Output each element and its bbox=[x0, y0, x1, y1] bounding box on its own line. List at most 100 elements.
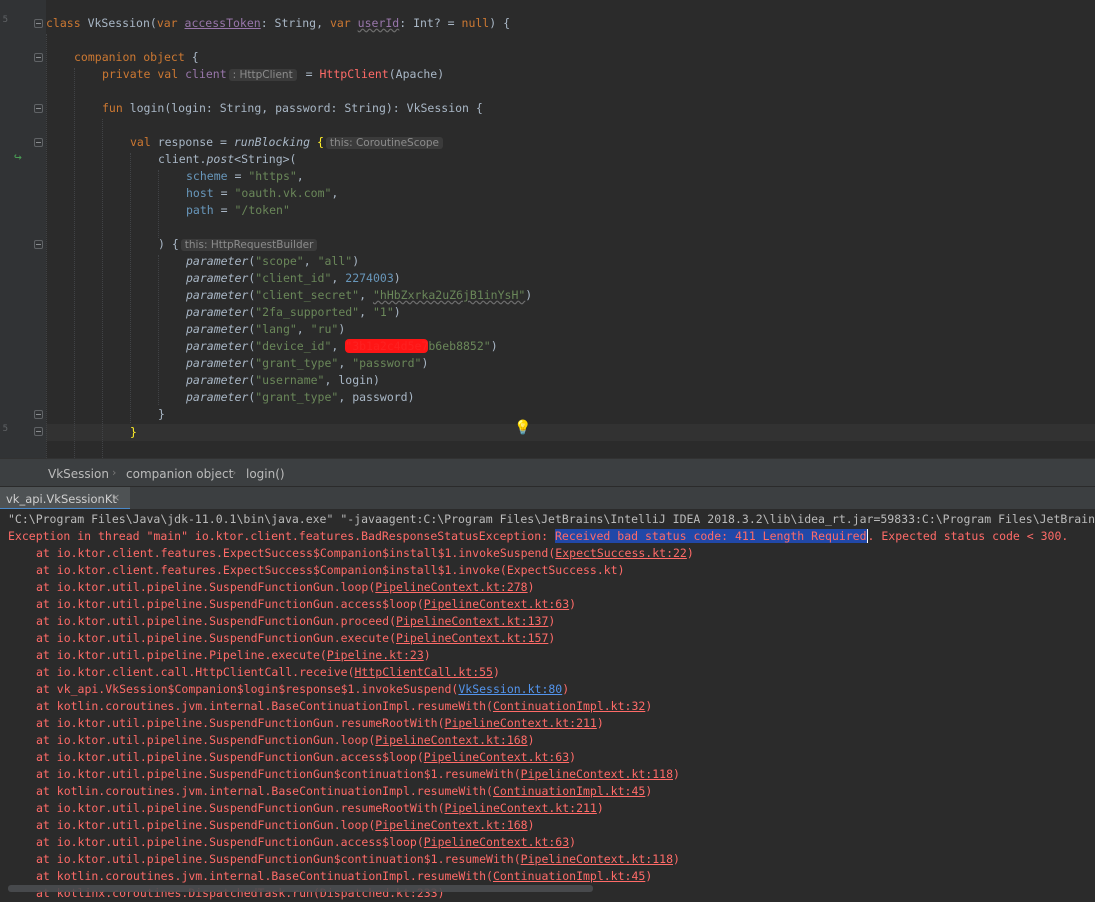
stack-frame: at io.ktor.util.pipeline.SuspendFunction… bbox=[36, 835, 577, 849]
source-link[interactable]: PipelineContext.kt:211 bbox=[445, 716, 597, 730]
indent-guide bbox=[102, 119, 103, 458]
tab-label: vk_api.VkSessionKt bbox=[6, 492, 117, 506]
type-hint: : HttpClient bbox=[228, 69, 297, 81]
breadcrumb-item-function[interactable]: login() bbox=[246, 467, 285, 481]
line-number: 5 bbox=[2, 424, 8, 434]
breadcrumb-item-companion[interactable]: companion object bbox=[126, 467, 233, 481]
stack-frame: at io.ktor.util.pipeline.SuspendFunction… bbox=[36, 597, 577, 611]
code-line: } bbox=[158, 407, 165, 421]
source-link[interactable]: Pipeline.kt:23 bbox=[327, 648, 424, 662]
stack-frame: at kotlin.coroutines.jvm.internal.BaseCo… bbox=[36, 784, 653, 798]
fold-icon[interactable] bbox=[34, 138, 43, 147]
code-line: parameter("grant_type", password) bbox=[186, 390, 415, 404]
type-hint: this: CoroutineScope bbox=[325, 137, 444, 149]
breadcrumb-item-class[interactable]: VkSession bbox=[48, 467, 109, 481]
run-toolwindow-tabs: vk_api.VkSessionKt × bbox=[0, 486, 1095, 510]
line-number: 5 bbox=[2, 15, 8, 25]
selected-text: Received bad status code: 411 Length Req… bbox=[554, 529, 867, 543]
stack-frame: at io.ktor.util.pipeline.Pipeline.execut… bbox=[36, 648, 431, 662]
source-link[interactable]: PipelineContext.kt:278 bbox=[375, 580, 527, 594]
horizontal-scrollbar[interactable] bbox=[8, 885, 593, 892]
source-link[interactable]: VkSession.kt:80 bbox=[458, 682, 562, 696]
code-line: parameter("2fa_supported", "1") bbox=[186, 305, 401, 319]
stack-frame: at io.ktor.client.features.ExpectSuccess… bbox=[36, 563, 625, 577]
code-line: parameter("client_id", 2274003) bbox=[186, 271, 401, 285]
fold-icon[interactable] bbox=[34, 410, 43, 419]
console-command-line: "C:\Program Files\Java\jdk-11.0.1\bin\ja… bbox=[8, 512, 1095, 526]
source-link[interactable]: PipelineContext.kt:63 bbox=[424, 597, 569, 611]
stack-frame: at io.ktor.util.pipeline.SuspendFunction… bbox=[36, 818, 535, 832]
stack-frame: at io.ktor.client.call.HttpClientCall.re… bbox=[36, 665, 500, 679]
source-link[interactable]: ExpectSuccess.kt:22 bbox=[555, 546, 687, 560]
source-link[interactable]: PipelineContext.kt:168 bbox=[375, 733, 527, 747]
indent-guide bbox=[130, 153, 131, 423]
source-link[interactable]: PipelineContext.kt:63 bbox=[424, 835, 569, 849]
stack-frame: at io.ktor.util.pipeline.SuspendFunction… bbox=[36, 614, 556, 628]
code-editor[interactable]: 5 5 ↪ class VkSession(var accessToken: S… bbox=[0, 0, 1095, 458]
code-line: client.post<String>( bbox=[158, 152, 297, 166]
code-line: val response = runBlocking {this: Corout… bbox=[130, 134, 445, 151]
run-console[interactable]: "C:\Program Files\Java\jdk-11.0.1\bin\ja… bbox=[0, 509, 1095, 902]
code-line: } bbox=[130, 425, 137, 439]
fold-icon[interactable] bbox=[34, 427, 43, 436]
code-line: private val client: HttpClient = HttpCli… bbox=[102, 67, 445, 81]
breadcrumb: VkSession › companion object › login() bbox=[0, 458, 1095, 487]
source-link[interactable]: PipelineContext.kt:211 bbox=[445, 801, 597, 815]
stack-frame: at io.ktor.util.pipeline.SuspendFunction… bbox=[36, 580, 535, 594]
indent-guide bbox=[158, 255, 159, 405]
close-icon[interactable]: × bbox=[111, 491, 120, 504]
current-line-highlight bbox=[46, 424, 1095, 441]
fold-icon[interactable] bbox=[34, 53, 43, 62]
fold-icon[interactable] bbox=[34, 240, 43, 249]
source-link[interactable]: ContinuationImpl.kt:45 bbox=[493, 869, 645, 883]
code-line: parameter("scope", "all") bbox=[186, 254, 360, 268]
source-link[interactable]: PipelineContext.kt:118 bbox=[521, 852, 673, 866]
source-link[interactable]: HttpClientCall.kt:55 bbox=[355, 665, 493, 679]
fold-icon[interactable] bbox=[34, 104, 43, 113]
stack-frame: at io.ktor.util.pipeline.SuspendFunction… bbox=[36, 852, 680, 866]
stack-frame: at io.ktor.util.pipeline.SuspendFunction… bbox=[36, 716, 604, 730]
code-line: parameter("lang", "ru") bbox=[186, 322, 346, 336]
source-link: ExpectSuccess.kt bbox=[506, 563, 618, 577]
indent-guide bbox=[46, 34, 47, 458]
stack-frame: at kotlin.coroutines.jvm.internal.BaseCo… bbox=[36, 869, 653, 883]
type-hint: this: HttpRequestBuilder bbox=[180, 239, 318, 251]
source-link[interactable]: PipelineContext.kt:63 bbox=[424, 750, 569, 764]
stack-frame: at kotlin.coroutines.jvm.internal.BaseCo… bbox=[36, 699, 653, 713]
code-line: scheme = "https", bbox=[186, 169, 304, 183]
code-line: companion object { bbox=[74, 50, 199, 64]
code-line: ) {this: HttpRequestBuilder bbox=[158, 236, 319, 253]
stack-frame: at vk_api.VkSession$Companion$login$resp… bbox=[36, 682, 570, 696]
stack-frame: at io.ktor.client.features.ExpectSuccess… bbox=[36, 546, 694, 560]
code-line: parameter("device_id", "3b1a2c4d5e7b6eb8… bbox=[186, 339, 498, 353]
code-line: host = "oauth.vk.com", bbox=[186, 186, 339, 200]
source-link[interactable]: PipelineContext.kt:118 bbox=[521, 767, 673, 781]
stack-frame: at io.ktor.util.pipeline.SuspendFunction… bbox=[36, 801, 604, 815]
editor-gutter: 5 5 ↪ bbox=[0, 0, 46, 458]
breadcrumb-separator: › bbox=[232, 466, 237, 479]
redacted-value: "3b1a2c4d5e7 bbox=[345, 339, 429, 353]
code-line: parameter("grant_type", "password") bbox=[186, 356, 429, 370]
indent-guide bbox=[158, 170, 159, 238]
breadcrumb-separator: › bbox=[112, 466, 117, 479]
stack-frame: at io.ktor.util.pipeline.SuspendFunction… bbox=[36, 767, 680, 781]
fold-icon[interactable] bbox=[34, 19, 43, 28]
code-line: fun login(login: String, password: Strin… bbox=[102, 101, 483, 115]
code-line: parameter("username", login) bbox=[186, 373, 380, 387]
code-line: class VkSession(var accessToken: String,… bbox=[46, 16, 511, 30]
stack-frame: at io.ktor.util.pipeline.SuspendFunction… bbox=[36, 733, 535, 747]
source-link[interactable]: ContinuationImpl.kt:45 bbox=[493, 784, 645, 798]
indent-guide bbox=[74, 68, 75, 458]
source-link[interactable]: PipelineContext.kt:157 bbox=[396, 631, 548, 645]
tab-run-config[interactable]: vk_api.VkSessionKt × bbox=[0, 487, 130, 510]
code-line: parameter("client_secret", "hHbZxrka2uZ6… bbox=[186, 288, 533, 302]
stack-frame: at io.ktor.util.pipeline.SuspendFunction… bbox=[36, 750, 577, 764]
stack-frame: at io.ktor.util.pipeline.SuspendFunction… bbox=[36, 631, 556, 645]
exception-line: Exception in thread "main" io.ktor.clien… bbox=[8, 529, 1069, 543]
lightbulb-icon[interactable]: 💡 bbox=[514, 420, 531, 436]
suspend-call-icon: ↪ bbox=[14, 150, 22, 165]
source-link[interactable]: PipelineContext.kt:168 bbox=[375, 818, 527, 832]
code-line: path = "/token" bbox=[186, 203, 290, 217]
source-link[interactable]: ContinuationImpl.kt:32 bbox=[493, 699, 645, 713]
source-link[interactable]: PipelineContext.kt:137 bbox=[396, 614, 548, 628]
